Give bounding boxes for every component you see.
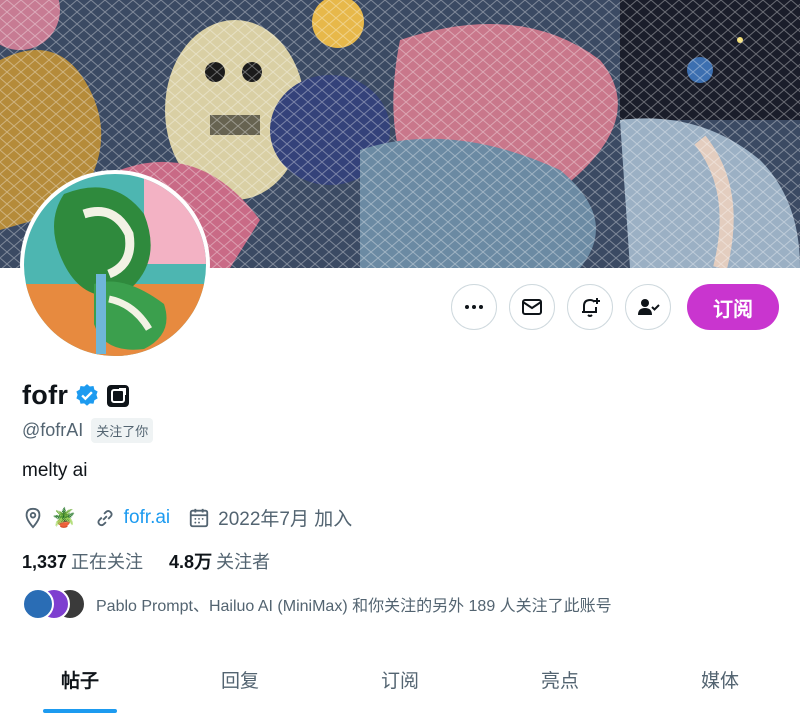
profile-actions: 订阅	[451, 284, 779, 330]
tab-label: 订阅	[380, 671, 419, 692]
website: fofr.ai	[94, 507, 170, 529]
link-icon	[97, 509, 113, 526]
tab-label: 帖子	[60, 671, 99, 692]
more-icon	[465, 305, 483, 309]
following-count: 1,337	[22, 552, 68, 572]
profile-meta: 🪴 fofr.ai 2022年7月 加入	[22, 504, 352, 531]
tab-subscriptions[interactable]: 订阅	[320, 650, 480, 713]
tab-label: 媒体	[700, 671, 739, 692]
tab-posts[interactable]: 帖子	[0, 650, 160, 713]
profile-bio: melty ai	[22, 460, 88, 481]
handle-row: @fofrAI 关注了你	[22, 418, 154, 443]
tab-media[interactable]: 媒体	[640, 650, 800, 713]
follower-avatars	[22, 588, 86, 620]
followers-label: 关注者	[216, 552, 271, 572]
affiliate-badge-icon[interactable]	[106, 384, 130, 408]
followers-count: 4.8万	[169, 552, 213, 572]
following-stat[interactable]: 1,337 正在关注	[22, 548, 143, 574]
display-name: fofr	[22, 380, 69, 410]
website-link[interactable]: fofr.ai	[124, 507, 170, 529]
followed-by-text: Pablo Prompt、Hailuo AI (MiniMax) 和你关注的另外…	[96, 598, 612, 615]
tab-label: 亮点	[540, 671, 579, 692]
tab-replies[interactable]: 回复	[160, 650, 320, 713]
location-pin-icon	[25, 507, 41, 529]
followed-by-row[interactable]: Pablo Prompt、Hailuo AI (MiniMax) 和你关注的另外…	[22, 588, 612, 620]
follow-status-button[interactable]	[625, 284, 671, 330]
tab-label: 回复	[220, 671, 259, 692]
location-text: 🪴	[52, 507, 76, 529]
bell-plus-icon	[582, 298, 600, 317]
followers-stat[interactable]: 4.8万 关注者	[169, 548, 270, 574]
profile-tabs: 帖子 回复 订阅 亮点 媒体	[0, 650, 800, 713]
join-date-text: 2022年7月 加入	[218, 509, 353, 530]
notify-button[interactable]	[567, 284, 613, 330]
subscribe-button[interactable]: 订阅	[687, 284, 779, 330]
more-button[interactable]	[451, 284, 497, 330]
location: 🪴	[22, 506, 76, 530]
name-row: fofr	[22, 380, 130, 411]
calendar-icon	[189, 508, 209, 527]
profile-avatar[interactable]	[20, 170, 210, 360]
mail-icon	[522, 299, 542, 315]
person-check-icon	[638, 299, 660, 315]
follower-avatar	[22, 588, 54, 620]
join-date: 2022年7月 加入	[188, 504, 352, 531]
tab-highlights[interactable]: 亮点	[480, 650, 640, 713]
following-label: 正在关注	[71, 552, 144, 572]
user-handle: @fofrAI	[22, 420, 84, 440]
active-tab-indicator	[43, 709, 117, 713]
verified-badge-icon[interactable]	[74, 383, 100, 409]
avatar-image	[24, 174, 206, 356]
message-button[interactable]	[509, 284, 555, 330]
profile-stats: 1,337 正在关注 4.8万 关注者	[22, 548, 270, 574]
follows-you-badge: 关注了你	[91, 418, 154, 443]
